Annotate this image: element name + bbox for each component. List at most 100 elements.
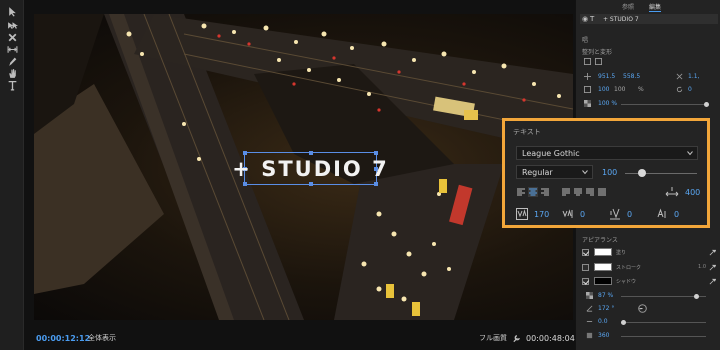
eyedropper-icon[interactable] <box>709 264 716 271</box>
rotate-icon <box>676 86 683 93</box>
opacity-value[interactable]: 100 % <box>598 100 617 107</box>
wrench-icon[interactable] <box>512 334 521 343</box>
playback-quality-select[interactable]: フル画質 <box>479 333 507 343</box>
premiere-workspace: + STUDIO 7 00:00:12:12 全体表示 フル画質 00:00:4… <box>0 0 720 350</box>
font-family-dropdown[interactable]: League Gothic <box>516 146 698 160</box>
shadow-opacity-slider-knob[interactable] <box>694 294 699 299</box>
tsume-value[interactable]: 0 <box>674 210 679 219</box>
pen-tool-icon[interactable] <box>6 56 19 67</box>
angle-dial-icon[interactable] <box>638 304 647 313</box>
ripple-edit-icon[interactable] <box>6 32 19 43</box>
text-layer-icon: T <box>590 15 595 23</box>
stroke-label: ストローク <box>616 264 642 271</box>
shadow-row: シャドウ <box>582 276 716 286</box>
baseline-shift-value[interactable]: 0 <box>627 210 632 219</box>
stroke-width-value[interactable]: 1.0 <box>698 264 706 270</box>
kerning-icon <box>516 208 528 220</box>
justify-right-icon[interactable] <box>585 187 595 197</box>
font-size-slider-knob[interactable] <box>638 169 646 177</box>
stroke-checkbox[interactable] <box>582 263 589 271</box>
chevron-down-icon <box>687 151 693 156</box>
shadow-checkbox[interactable] <box>582 277 589 285</box>
anchor-value[interactable]: 1.1, <box>688 73 699 80</box>
rotation-value[interactable]: 0 <box>688 86 692 93</box>
slip-tool-icon[interactable] <box>6 44 19 55</box>
align-left-icon[interactable] <box>516 187 526 197</box>
opacity-slider-knob[interactable] <box>704 102 709 107</box>
tracking-icon <box>665 187 679 197</box>
shadow-size-icon <box>586 332 593 339</box>
title-bounding-box[interactable]: + STUDIO 7 <box>232 151 387 186</box>
opacity-slider[interactable] <box>621 104 706 105</box>
layer-item[interactable]: ◉ T + STUDIO 7 <box>580 14 718 24</box>
fill-checkbox[interactable] <box>582 248 589 256</box>
position-y[interactable]: 558.5 <box>623 73 640 80</box>
position-icon <box>584 73 591 80</box>
leading-icon <box>562 209 573 218</box>
align-center-icon[interactable] <box>528 187 538 197</box>
program-monitor: + STUDIO 7 00:00:12:12 全体表示 フル画質 00:00:4… <box>24 0 575 350</box>
shadow-distance-slider[interactable] <box>621 322 706 323</box>
shadow-label: シャドウ <box>616 278 637 285</box>
appearance-label: アピアランス <box>582 237 618 244</box>
font-size-value[interactable]: 100 <box>602 168 617 177</box>
shadow-opacity-value[interactable]: 87 % <box>598 292 613 299</box>
anchor-icon <box>676 73 683 80</box>
fill-color-swatch[interactable] <box>594 248 612 256</box>
stroke-row: ストローク 1.0 <box>582 262 716 272</box>
align-icon[interactable] <box>584 58 591 65</box>
shadow-distance-value[interactable]: 0.0 <box>598 318 608 325</box>
type-tool-icon[interactable] <box>6 80 19 91</box>
scale-icon <box>584 86 591 93</box>
shadow-distance-slider-knob[interactable] <box>621 320 626 325</box>
fit-zoom-select[interactable]: 全体表示 <box>88 333 116 343</box>
duration-timecode: 00:00:48:04 <box>526 333 575 343</box>
shadow-angle-value[interactable]: 172 ° <box>598 305 614 312</box>
scale-unit: % <box>638 86 644 93</box>
shadow-color-swatch[interactable] <box>594 277 612 285</box>
opacity-icon <box>584 100 591 107</box>
shadow-opacity-icon <box>586 292 593 299</box>
justify-center-icon[interactable] <box>573 187 583 197</box>
eyedropper-icon[interactable] <box>709 278 716 285</box>
tab-edit[interactable]: 編集 <box>649 2 662 12</box>
current-timecode[interactable]: 00:00:12:12 <box>36 334 90 343</box>
justify-left-icon[interactable] <box>561 187 571 197</box>
selection-tool-icon[interactable] <box>6 6 19 17</box>
chevron-down-icon <box>582 170 588 175</box>
section-label: 唱 <box>582 37 589 44</box>
shadow-size-value[interactable]: 360 <box>598 332 609 339</box>
shadow-size-slider[interactable] <box>621 336 706 337</box>
justify-all-icon[interactable] <box>597 187 607 197</box>
stroke-color-swatch[interactable] <box>594 263 612 271</box>
panel-tabs: 参照 編集 <box>576 2 720 14</box>
title-overlay-text[interactable]: + STUDIO 7 <box>232 153 386 184</box>
metrics-row: 170 0 0 0 <box>516 208 706 222</box>
layer-name: + STUDIO 7 <box>603 15 639 23</box>
shadow-angle-icon <box>586 305 593 312</box>
scale-value[interactable]: 100 <box>598 86 609 93</box>
tab-browse[interactable]: 参照 <box>622 2 634 11</box>
text-section-title: テキスト <box>513 128 541 136</box>
baseline-shift-icon <box>610 208 620 220</box>
align-transform-label: 整列と変形 <box>582 49 613 56</box>
tracking-value[interactable]: 400 <box>685 188 700 197</box>
kerning-value[interactable]: 170 <box>534 210 549 219</box>
position-x[interactable]: 951.5 <box>598 73 615 80</box>
font-style-dropdown[interactable]: Regular <box>516 165 593 179</box>
leading-value[interactable]: 0 <box>580 210 585 219</box>
track-select-icon[interactable] <box>6 20 19 31</box>
monitor-controls: 00:00:12:12 全体表示 フル画質 00:00:48:04 <box>24 326 575 350</box>
eye-icon[interactable]: ◉ <box>580 15 590 23</box>
font-size-slider[interactable] <box>625 173 697 174</box>
scale-value-2[interactable]: 100 <box>614 86 625 93</box>
video-frame[interactable]: + STUDIO 7 <box>34 14 573 320</box>
hand-tool-icon[interactable] <box>6 68 19 79</box>
eyedropper-icon[interactable] <box>709 249 716 256</box>
tools-panel <box>0 0 24 350</box>
align-icon[interactable] <box>595 58 602 65</box>
tsume-icon <box>657 208 666 218</box>
fill-label: 塗り <box>616 249 627 256</box>
shadow-distance-icon <box>586 321 593 322</box>
align-right-icon[interactable] <box>540 187 550 197</box>
